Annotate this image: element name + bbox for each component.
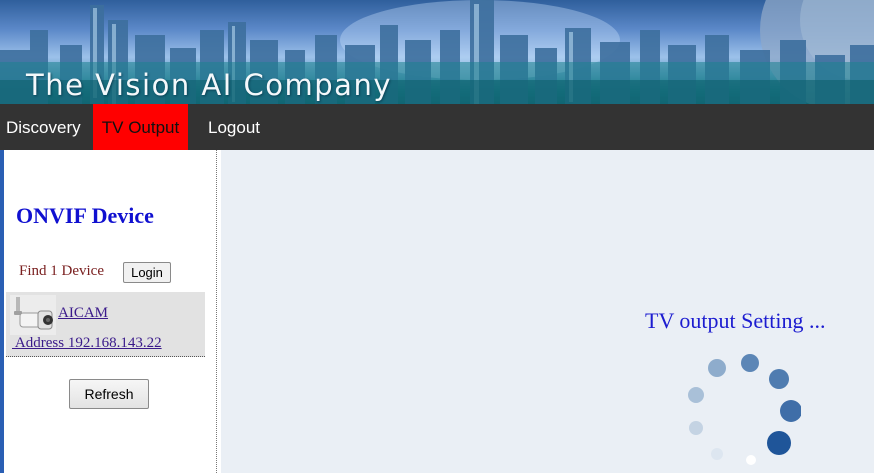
nav-item-logout[interactable]: Logout: [208, 104, 260, 150]
login-button[interactable]: Login: [123, 262, 171, 283]
sidebar: ONVIF Device Find 1 Device Login AICAM A…: [4, 150, 217, 473]
nav-item-discovery[interactable]: Discovery: [6, 104, 81, 150]
device-address-link[interactable]: Address 192.168.143.22: [12, 335, 162, 352]
device-name-link[interactable]: AICAM: [58, 305, 108, 322]
banner-title: The Vision AI Company: [26, 68, 392, 102]
device-count-label: Find 1 Device: [19, 263, 104, 279]
nav-bar: Discovery TV Output Logout: [0, 104, 874, 150]
main-panel: TV output Setting ...: [221, 150, 874, 473]
sidebar-title: ONVIF Device: [16, 203, 154, 228]
header-banner: The Vision AI Company: [0, 0, 874, 104]
loading-spinner-icon: [688, 354, 801, 465]
refresh-button[interactable]: Refresh: [69, 379, 149, 409]
device-list-item[interactable]: AICAM Address 192.168.143.22: [6, 292, 205, 357]
status-text: TV output Setting ...: [645, 308, 826, 333]
nav-item-tv-output[interactable]: TV Output: [93, 104, 188, 150]
camera-icon: [10, 295, 56, 335]
